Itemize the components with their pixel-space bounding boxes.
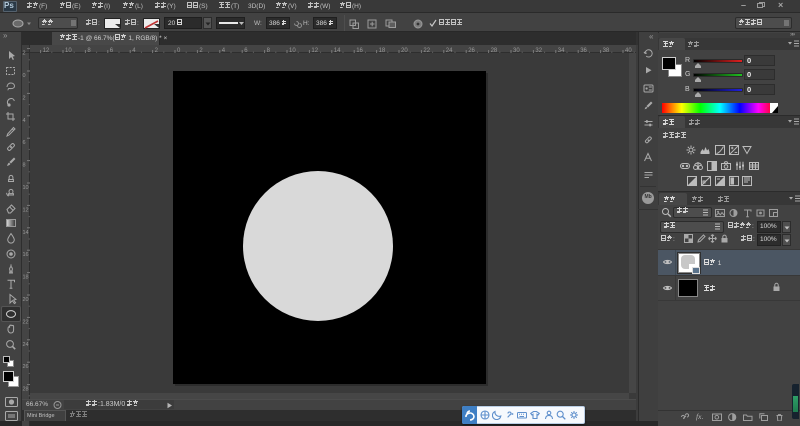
svg-text:10: 10	[23, 185, 29, 191]
svg-text:14: 14	[334, 48, 341, 53]
svg-text:14: 14	[23, 230, 29, 236]
svg-text:26: 26	[468, 48, 475, 53]
svg-text:18: 18	[379, 48, 386, 53]
svg-text:36: 36	[580, 48, 587, 53]
svg-text:2: 2	[23, 95, 26, 101]
svg-text:8: 8	[267, 48, 271, 53]
svg-text:22: 22	[23, 319, 29, 325]
svg-text:10: 10	[289, 48, 296, 53]
svg-text:20: 20	[401, 48, 408, 53]
svg-text:32: 32	[535, 48, 542, 53]
svg-text:22: 22	[423, 48, 430, 53]
svg-text:6: 6	[110, 48, 114, 53]
svg-text:12: 12	[43, 48, 50, 53]
svg-text:8: 8	[87, 48, 91, 53]
svg-text:2: 2	[23, 51, 26, 57]
svg-text:24: 24	[23, 342, 29, 348]
svg-text:38: 38	[603, 48, 610, 53]
svg-text:4: 4	[132, 48, 136, 53]
svg-text:18: 18	[23, 275, 29, 281]
svg-text:10: 10	[65, 48, 72, 53]
svg-text:28: 28	[491, 48, 498, 53]
svg-text:0: 0	[23, 73, 26, 79]
svg-text:16: 16	[356, 48, 363, 53]
svg-text:28: 28	[23, 387, 29, 393]
svg-text:24: 24	[446, 48, 453, 53]
svg-text:30: 30	[513, 48, 520, 53]
svg-text:4: 4	[222, 48, 226, 53]
svg-text:26: 26	[23, 364, 29, 370]
svg-text:2: 2	[155, 48, 159, 53]
svg-text:12: 12	[23, 207, 29, 213]
svg-text:2: 2	[199, 48, 203, 53]
svg-text:16: 16	[23, 252, 29, 258]
svg-text:0: 0	[177, 48, 181, 53]
svg-text:20: 20	[23, 297, 29, 303]
svg-text:6: 6	[244, 48, 248, 53]
svg-text:8: 8	[23, 163, 26, 169]
svg-text:34: 34	[558, 48, 565, 53]
svg-text:12: 12	[311, 48, 318, 53]
svg-text:6: 6	[23, 140, 26, 146]
svg-text:4: 4	[23, 118, 26, 124]
